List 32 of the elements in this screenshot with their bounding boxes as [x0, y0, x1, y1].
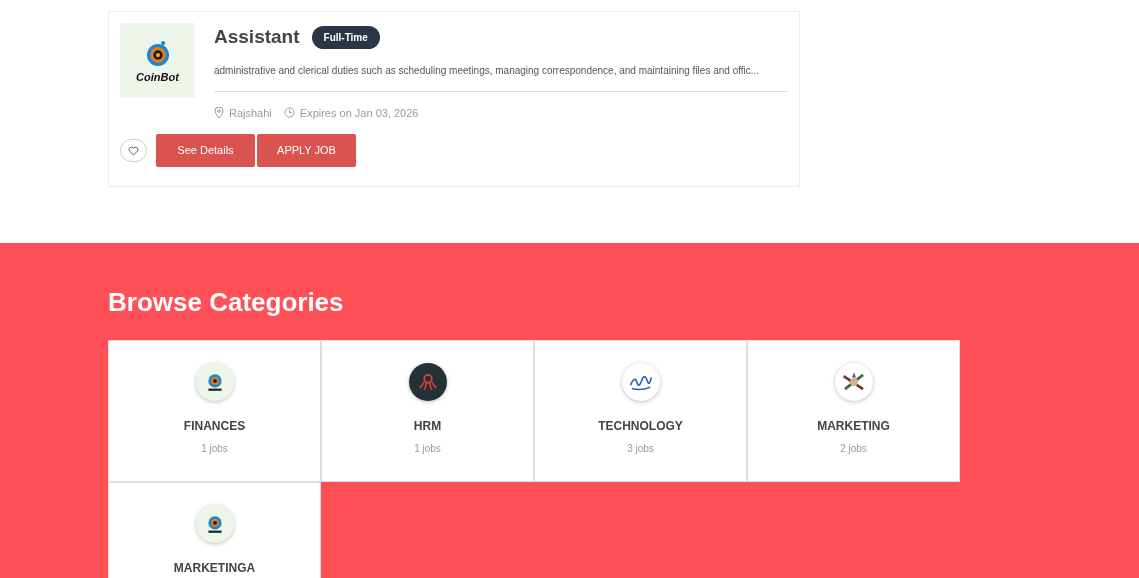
job-description: administrative and clerical duties such as scheduling meetings, managing correspondence, and maintaining files and offic...: [214, 63, 761, 78]
job-title[interactable]: Assistant: [214, 23, 300, 52]
job-location: Rajshahi: [229, 105, 272, 121]
apply-job-button[interactable]: APPLY JOB: [257, 134, 356, 167]
category-name: MARKETING: [817, 418, 890, 435]
category-name: FINANCES: [183, 418, 246, 435]
job-count: 1 jobs: [414, 442, 441, 456]
category-card[interactable]: HRM 1 jobs: [321, 340, 534, 482]
job-expiry: Expires on Jan 03, 2026: [299, 105, 419, 121]
company-logo: [195, 363, 234, 401]
company-logo: [195, 505, 234, 543]
category-name: TECHNOLOGY: [598, 418, 683, 435]
clock-icon: [283, 107, 295, 119]
job-count: 2 jobs: [840, 442, 867, 456]
section-title: Browse Categories: [108, 287, 345, 317]
logo-text: CoinBot: [136, 72, 179, 83]
job-type-badge: Full-Time: [311, 25, 380, 49]
octopus-logo: [408, 363, 447, 401]
location-pin-icon: [214, 106, 224, 119]
category-name: MARKETINGA: [173, 560, 256, 577]
heart-icon: [128, 145, 139, 156]
category-card[interactable]: TECHNOLOGY 3 jobs: [534, 340, 747, 482]
script-logo: [621, 363, 660, 401]
category-card[interactable]: MARKETING 2 jobs: [747, 340, 960, 482]
see-details-button[interactable]: See Details: [156, 134, 255, 167]
category-name: HRM: [413, 418, 442, 435]
job-count: 1 jobs: [201, 442, 228, 456]
category-card[interactable]: FINANCES 1 jobs: [108, 340, 321, 482]
category-card[interactable]: MARKETINGA: [108, 482, 321, 578]
favorite-button[interactable]: [120, 139, 147, 162]
tools-logo: [834, 363, 873, 401]
job-count: 3 jobs: [627, 442, 654, 456]
